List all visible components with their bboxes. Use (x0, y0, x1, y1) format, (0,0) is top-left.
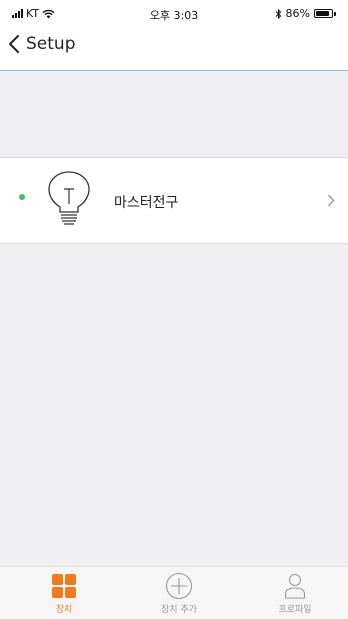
tab-devices[interactable]: 장치 (19, 572, 109, 615)
battery-percent: 86% (285, 7, 310, 20)
tab-label: 장치 (55, 605, 73, 615)
back-button[interactable]: Setup (8, 34, 75, 54)
content-area (0, 244, 348, 566)
plus-circle-icon (165, 572, 193, 600)
bluetooth-icon (275, 8, 281, 19)
tab-bar: 장치 장치 추가 프로파일 (0, 566, 348, 619)
person-icon (284, 573, 306, 599)
status-right: 86% (275, 7, 336, 20)
grid-icon (52, 574, 76, 598)
tab-add-device[interactable]: 장치 추가 (134, 572, 224, 615)
online-status-dot (19, 194, 25, 200)
device-name: 마스터전구 (114, 195, 179, 211)
tab-label: 프로파일 (278, 605, 312, 615)
tab-profile[interactable]: 프로파일 (250, 572, 340, 615)
lightbulb-icon (48, 171, 90, 225)
chevron-left-icon (9, 35, 19, 53)
device-list-item[interactable]: 마스터전구 (0, 158, 348, 244)
tab-label: 장치 추가 (161, 605, 197, 615)
battery-icon (314, 9, 336, 18)
chevron-right-icon (327, 194, 335, 207)
status-bar: KT 오후 3:03 86% (0, 0, 348, 26)
navigation-bar: Setup (0, 26, 348, 71)
page-title: Setup (26, 34, 76, 54)
app-screen: KT 오후 3:03 86% Setup 마스터전구 장치 장치 추가 프로파일 (0, 0, 348, 619)
header-spacer (0, 71, 348, 158)
